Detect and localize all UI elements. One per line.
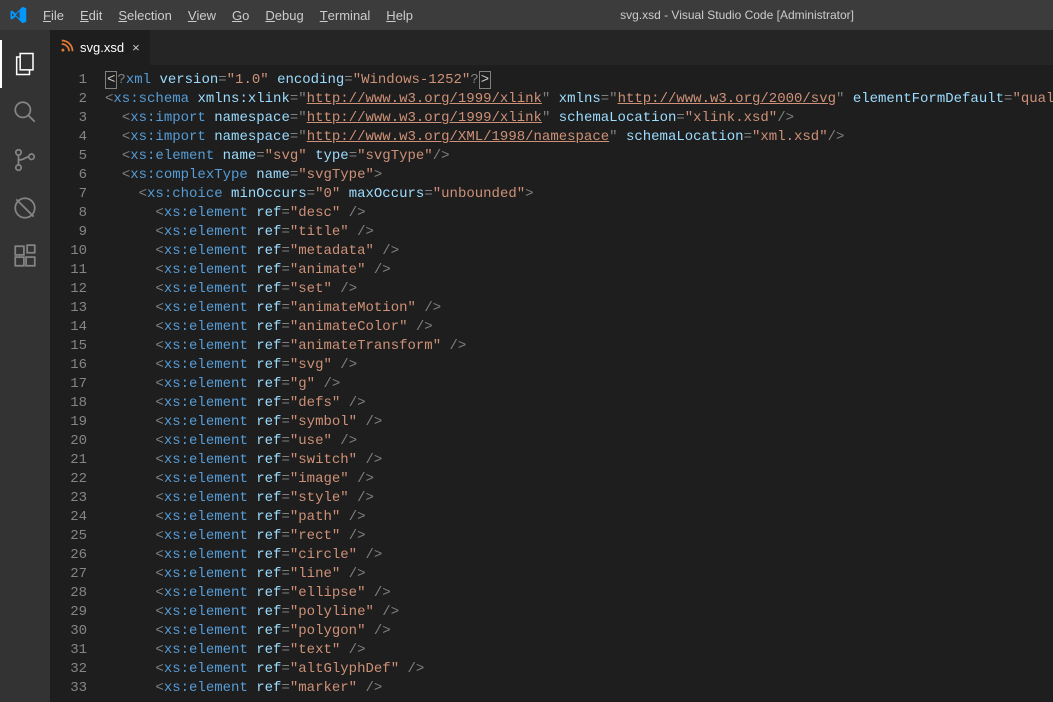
code-line[interactable]: <xs:element ref="g" /> [105,375,1053,394]
titlebar: FileEditSelectionViewGoDebugTerminalHelp… [0,0,1053,30]
tab-svg-xsd[interactable]: svg.xsd × [50,30,151,65]
code-line[interactable]: <xs:element ref="style" /> [105,489,1053,508]
code-line[interactable]: <xs:choice minOccurs="0" maxOccurs="unbo… [105,185,1053,204]
debug-icon[interactable] [0,184,50,232]
source-control-icon[interactable] [0,136,50,184]
code-line[interactable]: <xs:element name="svg" type="svgType"/> [105,147,1053,166]
code-line[interactable]: <?xml version="1.0" encoding="Windows-12… [105,71,1053,90]
code-line[interactable]: <xs:element ref="metadata" /> [105,242,1053,261]
vscode-logo-icon [0,6,35,24]
code-line[interactable]: <xs:import namespace="http://www.w3.org/… [105,109,1053,128]
tabs-bar: svg.xsd × [50,30,1053,65]
code-line[interactable]: <xs:complexType name="svgType"> [105,166,1053,185]
code-line[interactable]: <xs:element ref="text" /> [105,641,1053,660]
code-line[interactable]: <xs:element ref="ellipse" /> [105,584,1053,603]
code-line[interactable]: <xs:element ref="desc" /> [105,204,1053,223]
code-line[interactable]: <xs:element ref="animateColor" /> [105,318,1053,337]
menu-elp[interactable]: Help [378,0,421,30]
search-icon[interactable] [0,88,50,136]
menu-iew[interactable]: View [180,0,224,30]
code-line[interactable]: <xs:element ref="use" /> [105,432,1053,451]
code-line[interactable]: <xs:element ref="symbol" /> [105,413,1053,432]
code-line[interactable]: <xs:element ref="circle" /> [105,546,1053,565]
menu-erminal[interactable]: Terminal [312,0,379,30]
code-line[interactable]: <xs:element ref="polygon" /> [105,622,1053,641]
close-icon[interactable]: × [132,40,140,55]
files-icon[interactable] [0,40,50,88]
window-title: svg.xsd - Visual Studio Code [Administra… [421,8,1053,22]
rss-file-icon [60,39,74,56]
code-line[interactable]: <xs:element ref="marker" /> [105,679,1053,698]
code-line[interactable]: <xs:element ref="set" /> [105,280,1053,299]
code-line[interactable]: <xs:import namespace="http://www.w3.org/… [105,128,1053,147]
menu-ile[interactable]: File [35,0,72,30]
code-line[interactable]: <xs:element ref="animate" /> [105,261,1053,280]
code-line[interactable]: <xs:element ref="animateMotion" /> [105,299,1053,318]
code-content[interactable]: <?xml version="1.0" encoding="Windows-12… [105,65,1053,702]
activity-bar [0,30,50,702]
line-numbers: 1234567891011121314151617181920212223242… [50,65,105,702]
menu-ebug[interactable]: Debug [257,0,311,30]
code-editor[interactable]: 1234567891011121314151617181920212223242… [50,65,1053,702]
menu-election[interactable]: Selection [110,0,179,30]
code-line[interactable]: <xs:element ref="svg" /> [105,356,1053,375]
menu-o[interactable]: Go [224,0,257,30]
code-line[interactable]: <xs:element ref="image" /> [105,470,1053,489]
code-line[interactable]: <xs:element ref="switch" /> [105,451,1053,470]
tab-filename: svg.xsd [80,40,124,55]
editor-area: svg.xsd × 123456789101112131415161718192… [50,30,1053,702]
code-line[interactable]: <xs:element ref="path" /> [105,508,1053,527]
code-line[interactable]: <xs:element ref="line" /> [105,565,1053,584]
menu-bar: FileEditSelectionViewGoDebugTerminalHelp [35,0,421,30]
code-line[interactable]: <xs:element ref="altGlyphDef" /> [105,660,1053,679]
code-line[interactable]: <xs:element ref="rect" /> [105,527,1053,546]
extensions-icon[interactable] [0,232,50,280]
menu-dit[interactable]: Edit [72,0,110,30]
code-line[interactable]: <xs:element ref="polyline" /> [105,603,1053,622]
code-line[interactable]: <xs:element ref="defs" /> [105,394,1053,413]
code-line[interactable]: <xs:element ref="title" /> [105,223,1053,242]
code-line[interactable]: <xs:schema xmlns:xlink="http://www.w3.or… [105,90,1053,109]
code-line[interactable]: <xs:element ref="animateTransform" /> [105,337,1053,356]
